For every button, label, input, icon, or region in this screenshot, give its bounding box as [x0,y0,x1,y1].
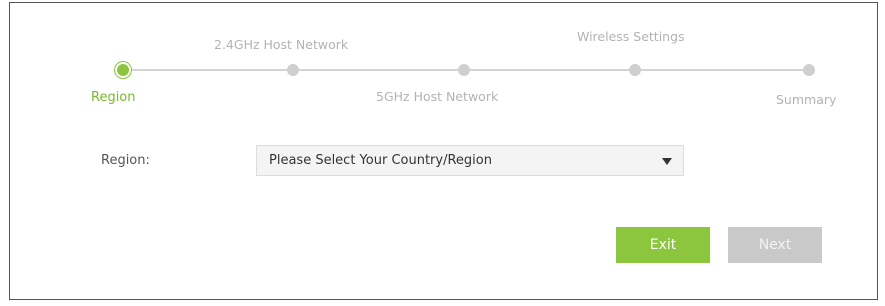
region-select[interactable]: Please Select Your Country/Region [256,145,684,176]
step-dot-region [117,64,129,76]
region-field-label: Region: [101,153,150,168]
step-dot-5ghz-host-network [458,64,470,76]
exit-button[interactable]: Exit [616,227,710,263]
next-button[interactable]: Next [728,227,822,263]
step-dot-summary [803,64,815,76]
step-dot-wireless-settings [629,64,641,76]
setup-wizard-panel: Region 2.4GHz Host Network 5GHz Host Net… [9,2,878,300]
caret-down-icon [662,158,672,165]
step-label-wireless-settings: Wireless Settings [577,29,685,44]
step-label-region: Region [91,90,136,105]
step-label-5ghz-host-network: 5GHz Host Network [376,89,499,104]
step-label-2-4ghz-host-network: 2.4GHz Host Network [214,37,349,52]
step-label-summary: Summary [776,92,837,107]
step-dot-2-4ghz-host-network [287,64,299,76]
region-select-value: Please Select Your Country/Region [269,153,492,168]
